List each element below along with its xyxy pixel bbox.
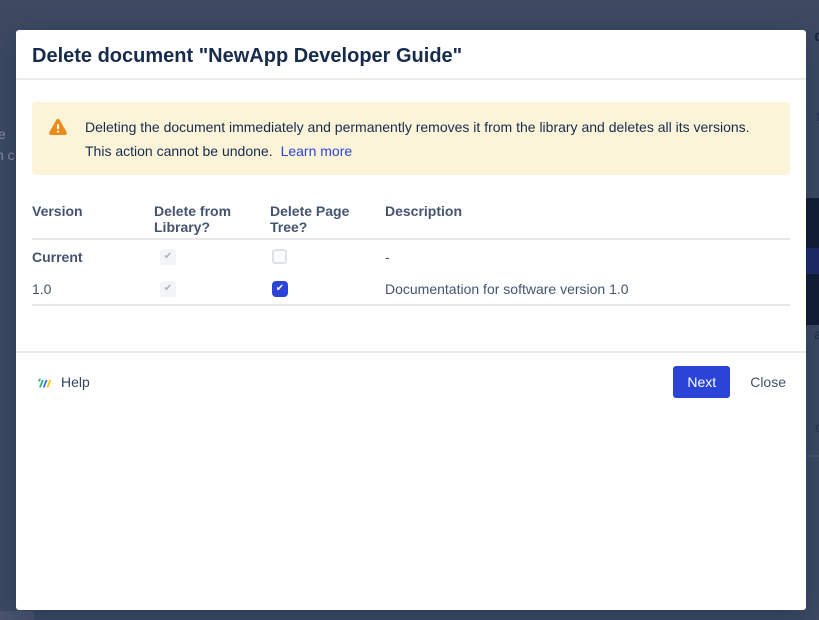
background-text-fragment: a — [814, 326, 819, 342]
dialog-title: Delete document "NewApp Developer Guide" — [32, 43, 790, 69]
column-header-delete-page-tree: Delete Page Tree? — [270, 203, 385, 235]
background-divider-fragment — [805, 455, 819, 457]
warning-message: Deleting the document immediately and pe… — [85, 115, 774, 163]
column-header-description: Description — [385, 203, 790, 219]
dialog-body: Deleting the document immediately and pe… — [16, 80, 806, 306]
warning-banner: Deleting the document immediately and pe… — [32, 102, 790, 175]
version-label: Current — [32, 249, 154, 265]
close-button[interactable]: Close — [750, 374, 786, 390]
description-cell: Documentation for software version 1.0 — [385, 281, 790, 297]
table-row-current: Current - — [32, 240, 790, 273]
background-text-fragment: c — [815, 419, 819, 435]
background-text-fragment: e — [0, 126, 6, 142]
dialog-footer: Help Next Close — [16, 353, 806, 398]
versions-table: Version Delete from Library? Delete Page… — [32, 203, 790, 306]
column-header-version: Version — [32, 203, 154, 219]
delete-page-tree-checkbox[interactable] — [272, 281, 288, 297]
background-panel-fragment — [0, 611, 34, 620]
description-cell: - — [385, 249, 790, 265]
background-text-fragment: d — [814, 28, 819, 46]
column-header-delete-from-library: Delete from Library? — [154, 203, 270, 235]
background-text-fragment: n c — [0, 147, 15, 163]
footer-actions: Next Close — [673, 366, 786, 398]
version-label: 1.0 — [32, 281, 154, 297]
learn-more-link[interactable]: Learn more — [281, 143, 353, 159]
next-button[interactable]: Next — [673, 366, 730, 398]
warning-triangle-icon — [48, 117, 68, 137]
delete-page-tree-checkbox[interactable] — [272, 249, 287, 264]
delete-document-dialog: Delete document "NewApp Developer Guide"… — [16, 30, 806, 610]
dialog-header: Delete document "NewApp Developer Guide" — [16, 30, 806, 78]
k15t-logo-icon — [36, 374, 53, 391]
table-header-row: Version Delete from Library? Delete Page… — [32, 203, 790, 240]
background-highlight-fragment — [805, 248, 819, 274]
warning-text: Deleting the document immediately and pe… — [85, 119, 750, 159]
help-link[interactable]: Help — [36, 374, 90, 391]
help-label: Help — [61, 374, 90, 390]
table-row-1-0: 1.0 Documentation for software version 1… — [32, 273, 790, 306]
delete-from-library-checkbox — [160, 249, 176, 265]
delete-from-library-checkbox — [160, 281, 176, 297]
